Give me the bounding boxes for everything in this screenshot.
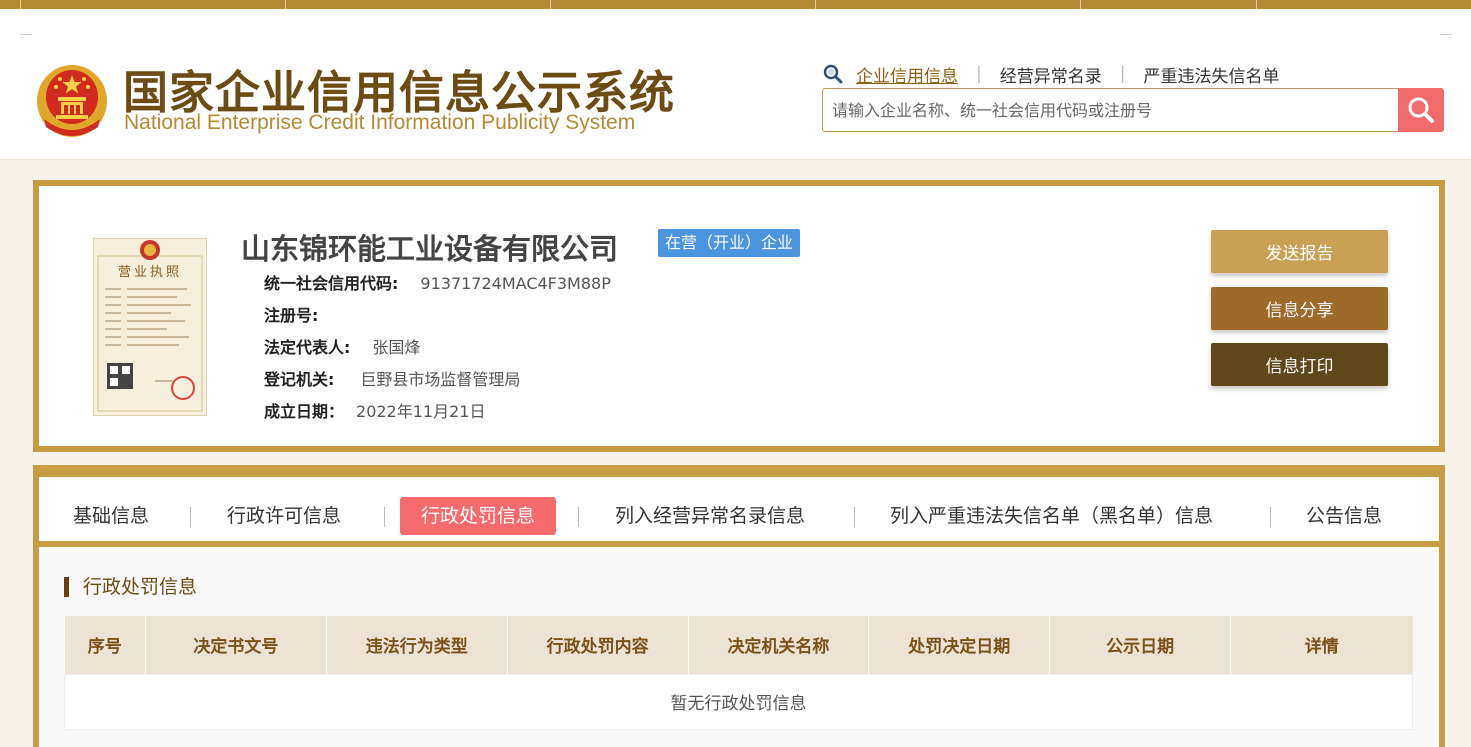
tab-bar: 基础信息 行政许可信息 行政处罚信息 列入经营异常名录信息 列入严重违法失信名单… (39, 477, 1439, 541)
empty-message: 暂无行政处罚信息 (64, 673, 1413, 730)
site-header: 国家企业信用信息公示系统 National Enterprise Credit … (0, 9, 1471, 160)
info-label: 登记机关: (264, 370, 335, 389)
info-registration-authority: 登记机关: 巨野县市场监督管理局 (264, 366, 520, 390)
share-info-button[interactable]: 信息分享 (1211, 287, 1388, 330)
table-row: 暂无行政处罚信息 (64, 673, 1413, 730)
info-label: 法定代表人: (264, 338, 351, 357)
tab-admin-license[interactable]: 行政许可信息 (227, 497, 341, 535)
send-report-button[interactable]: 发送报告 (1211, 230, 1388, 273)
status-badge: 在营（开业）企业 (658, 229, 801, 257)
header-corner-mark (20, 34, 32, 35)
link-blacklist[interactable]: 严重违法失信名单 (1143, 62, 1279, 87)
info-label: 成立日期： (264, 402, 345, 421)
national-emblem-icon (37, 65, 107, 137)
details-panel: 基础信息 行政许可信息 行政处罚信息 列入经营异常名录信息 列入严重违法失信名单… (33, 465, 1445, 747)
tab-announcements[interactable]: 公告信息 (1306, 497, 1382, 535)
tab-separator (854, 507, 855, 527)
company-name: 山东锦环能工业设备有限公司 (241, 232, 619, 266)
section-title: 行政处罚信息 (64, 577, 197, 597)
tab-separator (384, 507, 385, 527)
column-header: 详情 (1230, 616, 1413, 674)
link-separator: | (976, 64, 982, 84)
search-button[interactable] (1398, 88, 1444, 132)
column-header: 决定机关名称 (688, 616, 870, 674)
column-header: 违法行为类型 (326, 616, 508, 674)
tab-separator (190, 507, 191, 527)
column-header: 行政处罚内容 (507, 616, 689, 674)
info-label: 统一社会信用代码: (264, 274, 399, 293)
site-title-en: National Enterprise Credit Information P… (124, 111, 636, 134)
info-registration-number: 注册号: (264, 302, 336, 326)
company-card: 营业执照 山东锦环能工业设备有限公司 在营（开业）企业 统一社会信用代码: 913… (33, 180, 1445, 452)
link-enterprise-credit[interactable]: 企业信用信息 (856, 62, 958, 87)
search-box (822, 88, 1444, 132)
table-header-row: 序号 决定书文号 违法行为类型 行政处罚内容 决定机关名称 处罚决定日期 公示日… (64, 616, 1413, 674)
business-license-icon: 营业执照 (93, 238, 207, 416)
info-value: 2022年11月21日 (356, 402, 486, 421)
tab-basic-info[interactable]: 基础信息 (73, 497, 149, 535)
penalty-table: 序号 决定书文号 违法行为类型 行政处罚内容 决定机关名称 处罚决定日期 公示日… (64, 616, 1413, 730)
tab-separator (1270, 507, 1271, 527)
tab-abnormal-operation[interactable]: 列入经营异常名录信息 (615, 497, 805, 535)
top-bar (0, 0, 1471, 9)
info-credit-code: 统一社会信用代码: 91371724MAC4F3M88P (264, 270, 611, 294)
search-icon (1408, 97, 1434, 123)
info-value: 巨野县市场监督管理局 (360, 370, 521, 389)
link-separator: | (1119, 64, 1126, 84)
magnifier-icon (823, 64, 843, 84)
tab-serious-violation[interactable]: 列入严重违法失信名单（黑名单）信息 (890, 497, 1213, 535)
info-legal-representative: 法定代表人: 张国烽 (264, 334, 420, 358)
search-type-links: 企业信用信息 | 经营异常名录 | 严重违法失信名单 (822, 62, 1279, 87)
info-label: 注册号: (264, 306, 319, 325)
tab-admin-penalty[interactable]: 行政处罚信息 (400, 497, 557, 535)
info-value: 张国烽 (372, 338, 421, 357)
info-establishment-date: 成立日期： 2022年11月21日 (264, 398, 485, 422)
print-info-button[interactable]: 信息打印 (1211, 343, 1388, 386)
header-corner-mark (1440, 34, 1452, 35)
tab-separator (578, 507, 579, 527)
column-header: 处罚决定日期 (868, 616, 1051, 674)
column-header: 公示日期 (1049, 616, 1232, 674)
penalty-section: 行政处罚信息 序号 决定书文号 违法行为类型 行政处罚内容 决定机关名称 处罚决… (39, 547, 1439, 747)
search-input[interactable] (823, 89, 1397, 131)
link-abnormal-list[interactable]: 经营异常名录 (1000, 62, 1102, 87)
column-header: 决定书文号 (145, 616, 327, 674)
column-header: 序号 (64, 616, 146, 674)
license-title: 营业执照 (118, 265, 182, 280)
info-value: 91371724MAC4F3M88P (420, 274, 611, 293)
